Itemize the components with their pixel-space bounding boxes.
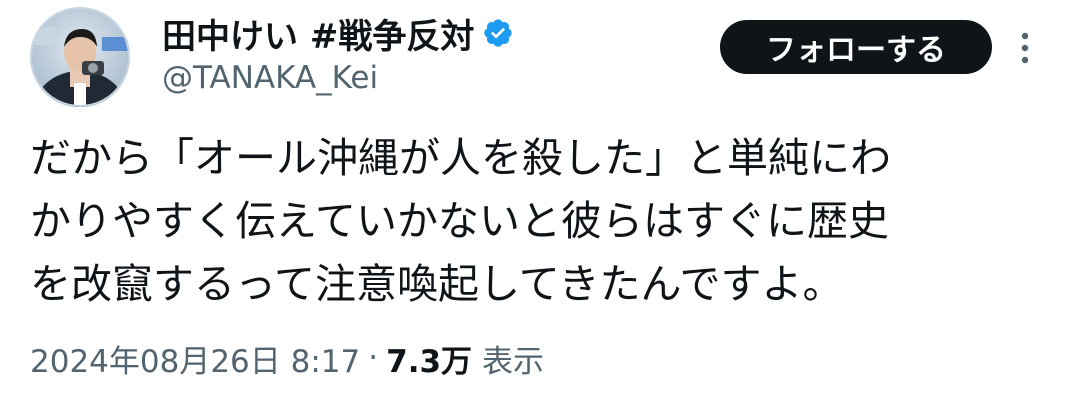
follow-button[interactable]: フォローする [720,20,992,74]
views-count: 7.3万 [386,343,473,380]
verified-badge-icon [482,17,514,49]
tweet-text-line: かりやすく伝えていかないと彼らはすぐに歴史 [30,197,889,245]
avatar-photo [30,7,130,107]
tweet-timestamp[interactable]: 2024年08月26日 8:17 [30,336,360,381]
avatar[interactable] [30,7,130,107]
author-row: 田中けい #戦争反対 [162,9,514,58]
more-vertical-icon[interactable] [1018,30,1032,66]
tweet-meta: 2024年08月26日 8:17 · 7.3万 表示 [30,334,544,382]
meta-separator: · [368,340,379,376]
author-handle[interactable]: @TANAKA_Kei [162,60,378,96]
tweet-text: だから「オール沖縄が人を殺した」と単純にわ かりやすく伝えていかないと彼らはすぐ… [30,127,1050,316]
author-display-name[interactable]: 田中けい #戦争反対 [162,9,474,58]
tweet-text-line: を改竄するって注意喚起してきたんですよ。 [30,260,844,308]
views-label: 表示 [482,343,545,380]
tweet-text-line: だから「オール沖縄が人を殺した」と単純にわ [30,134,891,182]
